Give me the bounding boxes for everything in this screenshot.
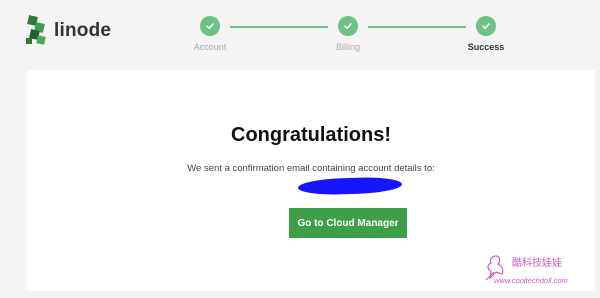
step-success: Success [446,16,526,52]
watermark-text: 酷科技娃娃 [512,258,562,269]
confirmation-message: We sent a confirmation email containing … [187,163,435,174]
page-title: Congratulations! [231,124,391,146]
brand-name: linode [54,20,112,41]
step-account: Account [170,16,250,52]
linode-logo[interactable]: linode [26,15,112,46]
step-label: Success [467,42,505,52]
linode-logo-icon [26,15,48,46]
signup-header: linode Account Billing Success [0,0,600,68]
watermark: 酷科技娃娃 www.cooltechdoll.com [482,252,592,292]
redacted-email [297,176,403,196]
check-icon [338,16,358,36]
step-label: Billing [335,42,360,52]
step-billing: Billing [308,16,388,52]
watermark-url: www.cooltechdoll.com [494,276,568,285]
step-label: Account [193,42,227,52]
check-icon [200,16,220,36]
check-icon [476,16,496,36]
go-to-cloud-manager-button[interactable]: Go to Cloud Manager [289,208,407,238]
